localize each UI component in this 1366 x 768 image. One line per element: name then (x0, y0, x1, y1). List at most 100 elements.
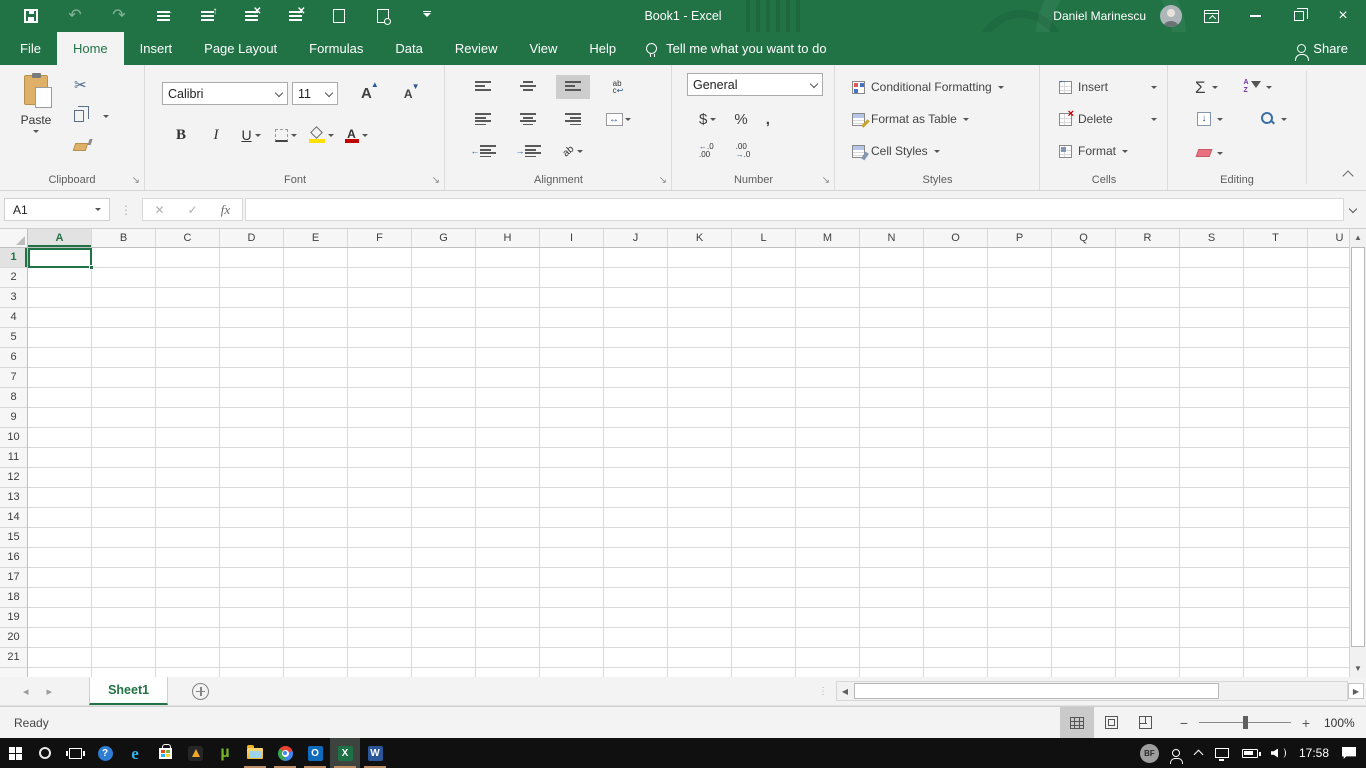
tab-home[interactable]: Home (56, 32, 124, 65)
next-sheet-button[interactable]: ▸ (38, 685, 62, 698)
name-box[interactable]: A1 (4, 198, 110, 221)
microsoft-store-button[interactable] (150, 738, 180, 768)
battery-icon[interactable] (1241, 748, 1261, 758)
row-header-14[interactable]: 14 (0, 508, 27, 528)
edge-button[interactable]: e (120, 738, 150, 768)
ribbon-display-options-button[interactable] (1196, 3, 1226, 29)
column-header-p[interactable]: P (988, 229, 1052, 247)
row-header-13[interactable]: 13 (0, 488, 27, 508)
decrease-font-size-button[interactable]: A ▼ (397, 82, 420, 101)
horizontal-scrollbar[interactable]: ◀ (836, 681, 1348, 701)
bottom-align-button[interactable] (556, 75, 590, 99)
print-preview-button[interactable] (372, 5, 394, 27)
column-header-h[interactable]: H (476, 229, 540, 247)
column-header-m[interactable]: M (796, 229, 860, 247)
expand-formula-bar-button[interactable] (1344, 203, 1362, 217)
scroll-right-button[interactable]: ▶ (1348, 683, 1364, 699)
row-header-16[interactable]: 16 (0, 548, 27, 568)
scroll-up-button[interactable]: ▲ (1350, 229, 1366, 246)
outlook-button[interactable]: O (300, 738, 330, 768)
zoom-level[interactable]: 100% (1324, 716, 1366, 730)
tab-review[interactable]: Review (439, 32, 514, 65)
close-button[interactable]: × (1328, 3, 1358, 29)
font-name-select[interactable]: Calibri (162, 82, 288, 105)
row-header-12[interactable]: 12 (0, 468, 27, 488)
row-header-18[interactable]: 18 (0, 588, 27, 608)
column-header-n[interactable]: N (860, 229, 924, 247)
undo-button[interactable]: ↶ (64, 5, 86, 27)
taskbar-clock[interactable]: 17:58 (1299, 746, 1329, 760)
share-button[interactable]: Share (1279, 32, 1366, 65)
column-header-d[interactable]: D (220, 229, 284, 247)
delete-rows-button[interactable]: ✕ (240, 5, 262, 27)
fill-color-button[interactable] (308, 123, 334, 147)
column-header-u[interactable]: U (1308, 229, 1349, 247)
row-header-15[interactable]: 15 (0, 528, 27, 548)
cancel-entry-button[interactable]: ✕ (143, 203, 176, 217)
paste-button[interactable]: Paste (10, 73, 62, 165)
row-header-8[interactable]: 8 (0, 388, 27, 408)
collapse-ribbon-button[interactable] (1342, 170, 1354, 182)
formula-input[interactable] (245, 198, 1344, 221)
insert-function-button[interactable]: fx (209, 202, 242, 218)
delete-columns-button[interactable]: ✕ (284, 5, 306, 27)
page-break-preview-button[interactable] (1128, 707, 1162, 738)
row-header-20[interactable]: 20 (0, 628, 27, 648)
orientation-button[interactable]: ab (556, 139, 590, 163)
row-header-3[interactable]: 3 (0, 288, 27, 308)
number-format-select[interactable]: General (687, 73, 823, 96)
format-painter-button[interactable] (72, 137, 109, 157)
row-header-7[interactable]: 7 (0, 368, 27, 388)
zoom-out-button[interactable]: − (1178, 715, 1190, 731)
decrease-decimal-button[interactable]: .00 →.0 (736, 139, 751, 163)
underline-button[interactable]: U (238, 123, 264, 147)
insert-rows-button[interactable]: ← (152, 5, 174, 27)
increase-indent-button[interactable]: → (511, 139, 545, 163)
middle-align-button[interactable] (511, 75, 545, 99)
tell-me-box[interactable]: Tell me what you want to do (632, 32, 840, 65)
column-header-c[interactable]: C (156, 229, 220, 247)
scroll-down-button[interactable]: ▼ (1350, 660, 1366, 677)
user-name[interactable]: Daniel Marinescu (1053, 9, 1146, 23)
touch-mode-button[interactable] (328, 5, 350, 27)
tab-formulas[interactable]: Formulas (293, 32, 379, 65)
minimize-button[interactable] (1240, 3, 1270, 29)
user-avatar[interactable] (1160, 5, 1182, 27)
column-header-e[interactable]: E (284, 229, 348, 247)
bold-button[interactable]: B (168, 123, 194, 147)
column-header-l[interactable]: L (732, 229, 796, 247)
format-as-table-button[interactable]: Format as Table (852, 108, 969, 130)
network-icon[interactable] (1214, 748, 1229, 761)
cut-button[interactable]: ✂ (74, 75, 109, 95)
confirm-entry-button[interactable]: ✓ (176, 203, 209, 217)
active-cell-selection[interactable] (28, 248, 94, 270)
merge-center-button[interactable]: ↔ (601, 107, 635, 131)
new-sheet-button[interactable] (192, 682, 210, 700)
sheetbar-resize-handle[interactable]: ⋮ (818, 686, 828, 697)
column-header-s[interactable]: S (1180, 229, 1244, 247)
row-header-5[interactable]: 5 (0, 328, 27, 348)
vertical-scrollbar-thumb[interactable] (1351, 247, 1365, 647)
column-header-i[interactable]: I (540, 229, 604, 247)
normal-view-button[interactable] (1060, 707, 1094, 738)
horizontal-scrollbar-thumb[interactable] (854, 683, 1219, 699)
start-button[interactable] (0, 738, 30, 768)
row-header-19[interactable]: 19 (0, 608, 27, 628)
row-header-21[interactable]: 21 (0, 648, 27, 668)
decrease-indent-button[interactable]: ← (466, 139, 500, 163)
center-button[interactable] (511, 107, 545, 131)
column-header-a[interactable]: A (28, 229, 92, 247)
column-header-b[interactable]: B (92, 229, 156, 247)
tab-page-layout[interactable]: Page Layout (188, 32, 293, 65)
column-header-f[interactable]: F (348, 229, 412, 247)
daemon-tools-button[interactable] (180, 738, 210, 768)
fill-button[interactable]: ↓ (1197, 108, 1223, 130)
customize-qat-button[interactable] (416, 5, 438, 27)
tab-insert[interactable]: Insert (124, 32, 189, 65)
column-header-g[interactable]: G (412, 229, 476, 247)
accounting-format-button[interactable]: $ (699, 107, 717, 131)
word-button[interactable]: W (360, 738, 390, 768)
name-box-resize-handle[interactable]: ⋮ (120, 203, 132, 217)
autosum-button[interactable]: Σ (1195, 76, 1218, 98)
conditional-formatting-button[interactable]: Conditional Formatting (852, 76, 1004, 98)
